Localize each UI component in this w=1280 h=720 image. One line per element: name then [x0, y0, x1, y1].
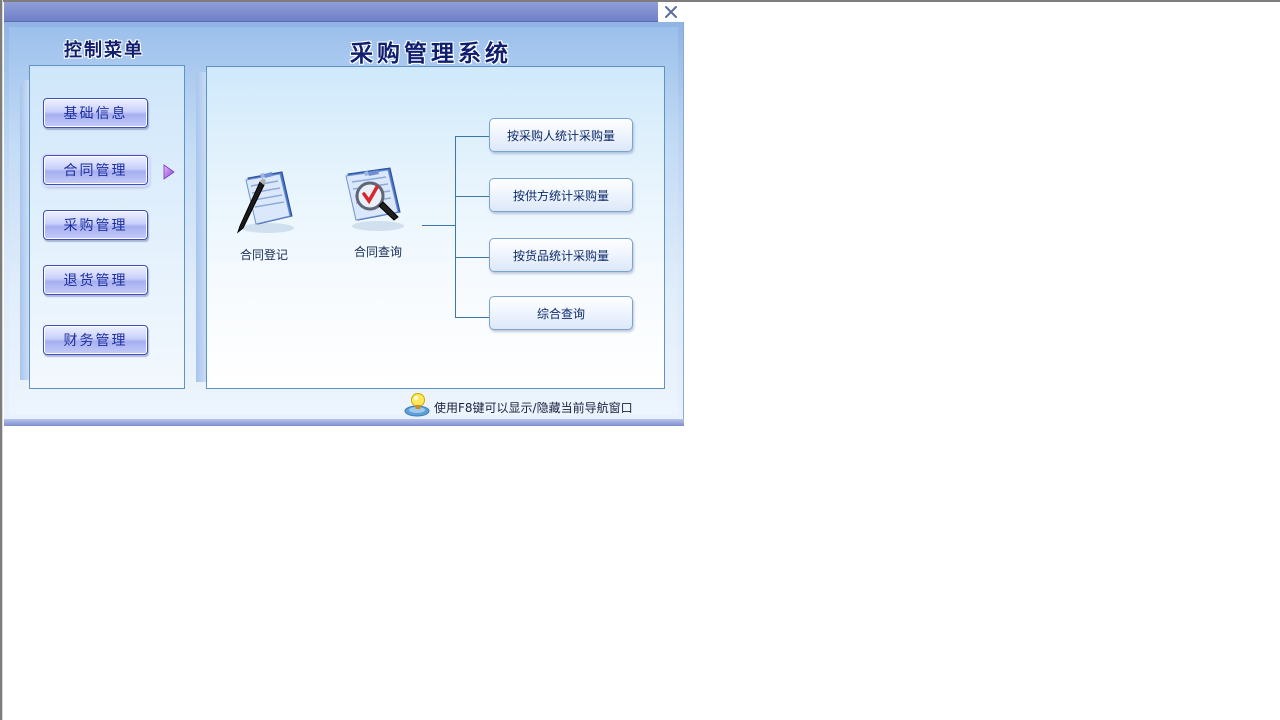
lightbulb-icon [404, 393, 430, 417]
system-title: 采购管理系统 [350, 40, 512, 67]
control-menu-title: 控制菜单 [64, 40, 144, 61]
menu-basic-info-button[interactable]: 基础信息 [43, 98, 148, 128]
connector-line [455, 317, 489, 318]
close-icon [665, 6, 677, 18]
connector-line [455, 196, 489, 197]
navigation-titlebar[interactable] [4, 2, 658, 22]
menu-return-management-button[interactable]: 退货管理 [43, 265, 148, 295]
connector-line [455, 136, 489, 137]
menu-purchase-management-button[interactable]: 采购管理 [43, 210, 148, 240]
contract-register-label[interactable]: 合同登记 [224, 246, 304, 263]
close-button[interactable] [660, 2, 682, 22]
f8-hint-text: 使用F8键可以显示/隐藏当前导航窗口 [434, 401, 633, 415]
connector-line [455, 136, 456, 318]
menu-finance-management-button[interactable]: 财务管理 [43, 325, 148, 355]
menu-contract-management-button[interactable]: 合同管理 [43, 155, 148, 185]
stat-by-goods-button[interactable]: 按货品统计采购量 [489, 238, 633, 272]
contract-query-label[interactable]: 合同查询 [338, 243, 418, 260]
stat-by-purchaser-button[interactable]: 按采购人统计采购量 [489, 118, 633, 152]
connector-line [422, 225, 456, 226]
comprehensive-query-button[interactable]: 综合查询 [489, 296, 633, 330]
navigation-panel-bottom-bar [4, 419, 684, 426]
stat-by-supplier-button[interactable]: 按供方统计采购量 [489, 178, 633, 212]
connector-line [455, 257, 489, 258]
contract-query-icon[interactable] [342, 164, 412, 234]
active-item-arrow-icon [163, 164, 175, 180]
window-frame-left-inner [2, 0, 3, 720]
contract-register-icon[interactable] [230, 166, 300, 236]
